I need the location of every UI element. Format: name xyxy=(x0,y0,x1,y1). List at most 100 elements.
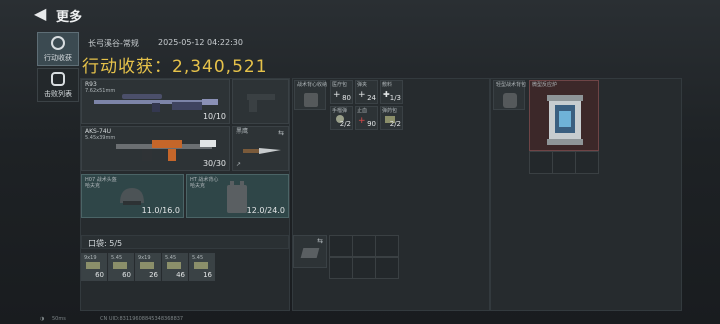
tab-label: 行动收获 xyxy=(44,54,72,62)
reactor-icon xyxy=(547,95,583,145)
tab-kill-list[interactable]: 击败列表 xyxy=(37,68,79,102)
ammo-box-icon xyxy=(167,262,181,269)
weapon-caliber: 5.45x39mm xyxy=(85,135,116,141)
ammo-item[interactable]: 5.45 46 xyxy=(162,253,188,281)
wifi-icon: ◑ xyxy=(40,316,45,322)
consumable-item[interactable]: 医疗包 + 80 xyxy=(330,80,353,104)
item-label: 弹药包 xyxy=(382,108,398,114)
helmet-durability: 11.0/16.0 xyxy=(141,206,180,215)
share-icon[interactable]: ↗ xyxy=(236,161,241,168)
vest-durability: 12.0/24.0 xyxy=(246,206,285,215)
page-title: 更多 xyxy=(56,10,83,25)
ammo-count: 10/10 xyxy=(202,112,226,121)
raid-datetime: 2025-05-12 04:22:30 xyxy=(158,38,243,47)
ammo-caliber: 5.45 xyxy=(165,255,177,261)
swap-icon[interactable]: ⇆ xyxy=(278,129,284,137)
item-label: 医疗包 xyxy=(332,82,348,88)
item-count: 2/2 xyxy=(389,120,401,128)
ping: 50ms xyxy=(52,316,66,322)
item-count: 80 xyxy=(342,94,351,102)
grid-cell[interactable] xyxy=(575,151,599,174)
empty-grid xyxy=(329,235,399,279)
item-label: 止血 xyxy=(357,108,368,114)
ammo-item[interactable]: 5.45 16 xyxy=(189,253,215,281)
back-arrow-icon[interactable]: ◀ xyxy=(34,6,48,22)
medkit-icon: + xyxy=(358,116,366,126)
skull-icon xyxy=(51,72,65,86)
syringe-icon: ✚ xyxy=(383,90,390,99)
ammo-box-icon xyxy=(86,262,100,269)
rig-item[interactable]: 战术背心收纳 xyxy=(294,80,328,110)
ammo-item[interactable]: 5.45 60 xyxy=(108,253,134,281)
target-icon xyxy=(51,36,65,50)
sniper-rifle-icon xyxy=(94,94,218,112)
ammo-item[interactable]: 9x19 26 xyxy=(135,253,161,281)
rig-label: 战术背心收纳 xyxy=(297,82,328,88)
pistol-silhouette-icon xyxy=(247,94,275,112)
grid-cell[interactable] xyxy=(352,257,376,279)
grid-cell[interactable] xyxy=(552,151,576,174)
ammo-count: 46 xyxy=(176,271,185,279)
grid-cell[interactable] xyxy=(529,151,553,174)
melee-slot[interactable]: 黑鹰 ⇆ ↗ xyxy=(232,126,289,171)
grid-cell[interactable] xyxy=(352,235,376,257)
vest-brand: 哈夫克 xyxy=(190,183,206,189)
grid-cell[interactable] xyxy=(375,257,399,279)
plate-icon xyxy=(300,248,320,258)
backpack-icon xyxy=(503,93,517,108)
consumable-item[interactable]: 弹夹 + 24 xyxy=(355,80,378,104)
consumable-item[interactable]: 手榴弹 2/2 xyxy=(330,106,353,130)
ammo-count: 26 xyxy=(149,271,158,279)
backpack-slot-item[interactable]: ⇆ xyxy=(293,235,327,268)
ammo-count: 30/30 xyxy=(202,159,226,168)
grid-cell[interactable] xyxy=(329,257,353,279)
earnings-total: 行动收获：2,340,521 xyxy=(82,57,268,77)
ammo-box-icon xyxy=(194,262,208,269)
ammo-count: 60 xyxy=(95,271,104,279)
melee-name: 黑鹰 xyxy=(236,128,249,135)
ammo-caliber: 5.45 xyxy=(192,255,204,261)
consumable-item[interactable]: 弹药包 2/2 xyxy=(380,106,403,130)
item-label: 弹夹 xyxy=(357,82,368,88)
swap-icon[interactable]: ⇆ xyxy=(317,237,323,245)
cross-icon: + xyxy=(358,90,366,100)
cross-icon: + xyxy=(333,90,341,100)
map-mode: 长弓溪谷-常规 xyxy=(88,39,139,48)
loot-grid xyxy=(529,151,599,174)
vest-icon xyxy=(304,93,318,107)
item-count: 90 xyxy=(367,120,376,128)
vest-slot[interactable]: HT 战术背心 哈夫克 12.0/24.0 xyxy=(186,174,289,218)
knife-icon xyxy=(243,148,281,154)
item-count: 1/3 xyxy=(389,94,401,102)
item-count: 2/2 xyxy=(339,120,351,128)
tab-action-harvest[interactable]: 行动收获 xyxy=(37,32,79,66)
helmet-slot[interactable]: H07 战术头盔 哈夫克 11.0/16.0 xyxy=(81,174,184,218)
consumable-item[interactable]: 止血 + 90 xyxy=(355,106,378,130)
ammo-box-icon xyxy=(113,262,127,269)
grid-cell[interactable] xyxy=(375,235,399,257)
ammo-item[interactable]: 9x19 60 xyxy=(81,253,107,281)
consumable-item[interactable]: 敷料 ✚ 1/3 xyxy=(380,80,403,104)
item-label: 敷料 xyxy=(382,82,393,88)
ammo-caliber: 9x19 xyxy=(138,255,151,261)
user-uid: CN UID:83119608845348368837 xyxy=(100,316,184,322)
pocket-items: 9x19 60 5.45 60 9x19 26 5.45 46 5.45 16 xyxy=(81,253,221,281)
loot-reactor[interactable]: 微型反应炉 xyxy=(529,80,599,151)
helmet-brand: 哈夫克 xyxy=(85,183,101,189)
status-bar: ◑ 50ms CN UID:83119608845348368837 xyxy=(0,314,720,324)
ammo-count: 16 xyxy=(203,271,212,279)
backpack-label: 轻型战术背包 xyxy=(496,82,527,88)
pocket-header: 口袋: 5/5 xyxy=(81,235,289,249)
grid-cell[interactable] xyxy=(329,235,353,257)
weapon-slot-1[interactable]: R93 7.62x51mm 10/10 xyxy=(81,79,230,124)
loot-label: 微型反应炉 xyxy=(532,82,558,88)
ammo-caliber: 9x19 xyxy=(84,255,97,261)
pocket-capacity: 口袋: 5/5 xyxy=(88,239,123,248)
top-bar: ◀ 更多 xyxy=(0,0,720,28)
ammo-caliber: 5.45 xyxy=(111,255,123,261)
pistol-slot[interactable] xyxy=(232,79,289,124)
weapon-slot-2[interactable]: AKS-74U 5.45x39mm 30/30 xyxy=(81,126,230,171)
item-label: 手榴弹 xyxy=(332,108,348,114)
backpack-item[interactable]: 轻型战术背包 xyxy=(493,80,527,110)
ammo-box-icon xyxy=(140,262,154,269)
